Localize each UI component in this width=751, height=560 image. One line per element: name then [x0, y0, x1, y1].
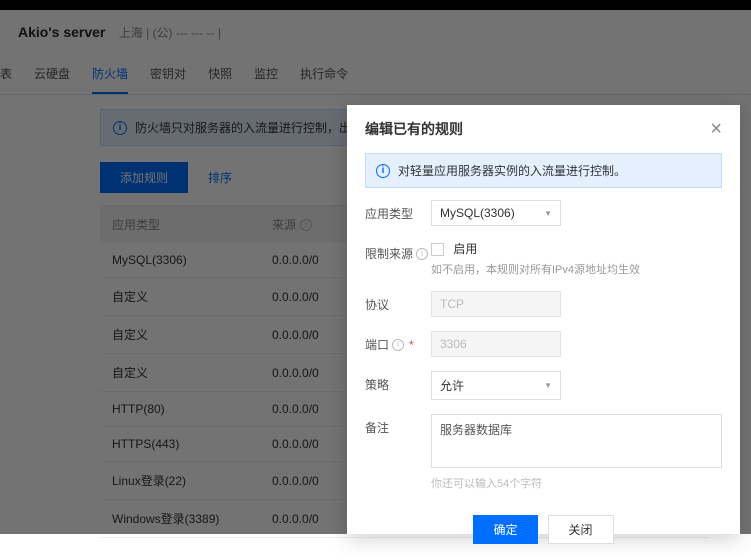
chevron-down-icon: ▼ — [544, 209, 552, 218]
enable-label: 启用 — [453, 242, 477, 256]
label-policy: 策略 — [365, 371, 431, 393]
policy-select[interactable]: 允许 ▼ — [431, 371, 561, 400]
label-port: 端口 i * — [365, 331, 431, 353]
info-icon: i — [376, 164, 390, 178]
required-mark: * — [409, 338, 414, 352]
enable-checkbox[interactable] — [431, 243, 444, 256]
confirm-button[interactable]: 确定 — [473, 515, 537, 544]
char-count-hint: 你还可以输入54个字符 — [431, 475, 722, 491]
modal-notice: i 对轻量应用服务器实例的入流量进行控制。 — [365, 153, 722, 188]
rule-form: 应用类型 MySQL(3306) ▼ 限制来源 i 启用 如不启用，本规则对所有… — [347, 200, 740, 505]
edit-rule-modal: 编辑已有的规则 × i 对轻量应用服务器实例的入流量进行控制。 应用类型 MyS… — [347, 105, 740, 534]
label-protocol: 协议 — [365, 291, 431, 313]
label-app-type: 应用类型 — [365, 200, 431, 222]
modal-title: 编辑已有的规则 — [365, 119, 463, 139]
remark-textarea[interactable] — [431, 414, 722, 468]
modal-footer: 确定 关闭 — [347, 505, 740, 560]
app-type-select[interactable]: MySQL(3306) ▼ — [431, 200, 561, 226]
chevron-down-icon: ▼ — [544, 381, 552, 390]
protocol-input: TCP — [431, 291, 561, 317]
modal-notice-text: 对轻量应用服务器实例的入流量进行控制。 — [398, 162, 626, 179]
close-icon[interactable]: × — [710, 119, 722, 139]
source-hint: 如不启用，本规则对所有IPv4源地址均生效 — [431, 261, 722, 277]
help-icon[interactable]: i — [416, 248, 428, 260]
modal-header: 编辑已有的规则 × — [347, 105, 740, 149]
label-remark: 备注 — [365, 414, 431, 436]
cancel-button[interactable]: 关闭 — [548, 515, 614, 544]
port-input: 3306 — [431, 331, 561, 357]
help-icon[interactable]: i — [392, 339, 404, 351]
label-restrict-source: 限制来源 i — [365, 240, 431, 262]
